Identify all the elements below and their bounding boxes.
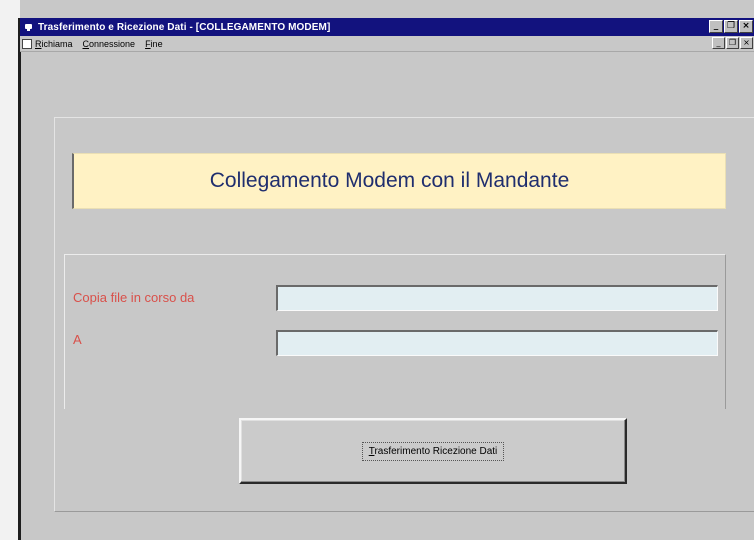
menu-item-richiama[interactable]: Richiama [35,39,73,49]
minimize-button[interactable]: _ [709,20,723,33]
title-bar: Trasferimento e Ricezione Dati - [COLLEG… [20,18,754,36]
window-title: Trasferimento e Ricezione Dati - [COLLEG… [38,21,331,33]
menu-item-connessione[interactable]: Connessione [83,39,136,49]
app-icon[interactable] [24,22,34,32]
menu-bar: Richiama Connessione Fine _ ❐ × [20,36,754,52]
transfer-receive-button[interactable]: Trasferimento Ricezione Dati [239,418,627,484]
banner-title: Collegamento Modem con il Mandante [209,169,570,192]
document-restore-button[interactable]: ❐ [726,37,739,49]
document-minimize-button[interactable]: _ [712,37,725,49]
document-window-controls: _ ❐ × [712,37,753,49]
header-banner: Collegamento Modem con il Mandante [72,153,726,209]
copy-from-label: Copia file in corso da [73,290,195,305]
transfer-receive-button-label: Trasferimento Ricezione Dati [361,441,505,461]
restore-button[interactable]: ❐ [724,20,738,33]
copy-to-label: A [73,332,82,347]
window-left-border [18,18,21,540]
copy-from-field[interactable] [276,285,718,311]
desktop-edge [0,0,20,540]
menu-item-fine[interactable]: Fine [145,39,163,49]
document-icon[interactable] [22,38,32,49]
window-controls: _ ❐ × [709,20,753,33]
copy-to-field[interactable] [276,330,718,356]
document-close-button[interactable]: × [740,37,753,49]
close-button[interactable]: × [739,20,753,33]
